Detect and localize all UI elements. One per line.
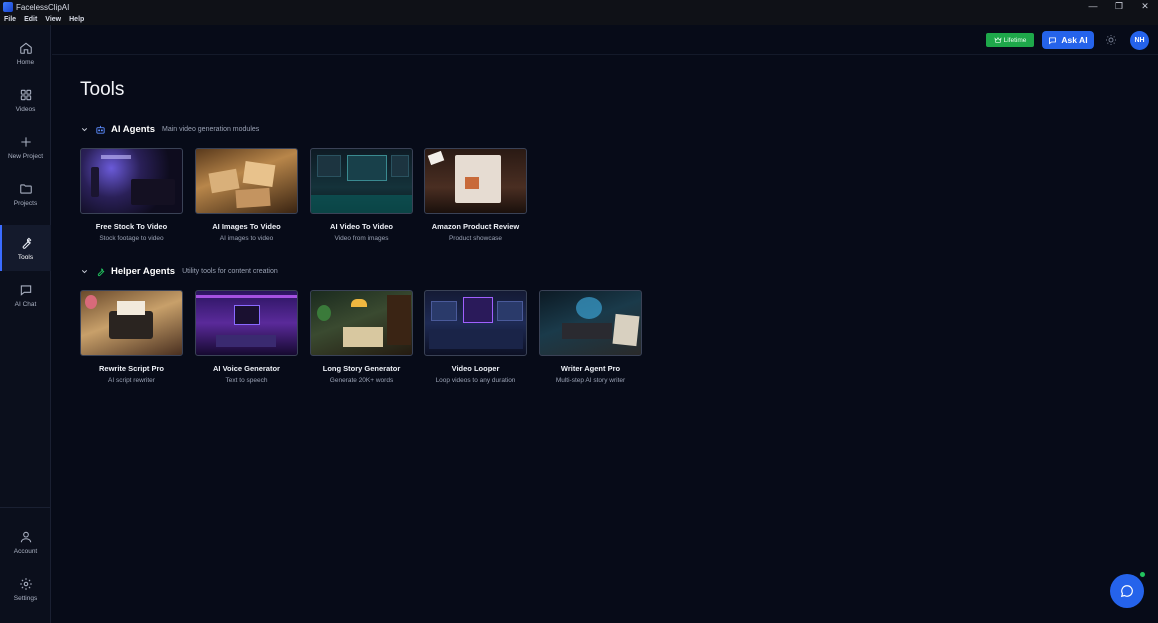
- sidebar: Home Videos New Project Projects Tools A…: [0, 25, 51, 623]
- card-title: Rewrite Script Pro: [98, 364, 165, 373]
- tool-card-ai-video-to-video[interactable]: AI Video To Video Video from images: [310, 148, 413, 242]
- card-title: AI Images To Video: [212, 222, 281, 231]
- card-subtitle: Loop videos to any duration: [435, 377, 516, 384]
- chat-bubble-icon: [1049, 36, 1057, 44]
- tool-card-video-looper[interactable]: Video Looper Loop videos to any duration: [424, 290, 527, 384]
- tool-card-amazon-product-review[interactable]: Amazon Product Review Product showcase: [424, 148, 527, 242]
- ask-ai-label: Ask AI: [1061, 35, 1088, 45]
- card-title: AI Video To Video: [330, 222, 393, 231]
- sidebar-item-label: Home: [16, 58, 35, 66]
- section-header-helper-agents[interactable]: Helper Agents Utility tools for content …: [80, 264, 278, 278]
- sidebar-item-label: Tools: [17, 253, 34, 261]
- chat-icon: [20, 284, 31, 296]
- card-subtitle: Stock footage to video: [99, 235, 164, 242]
- card-subtitle: Video from images: [334, 235, 389, 242]
- plus-icon: [20, 136, 31, 147]
- sidebar-item-account[interactable]: Account: [0, 519, 51, 565]
- card-thumbnail: [195, 290, 298, 356]
- card-subtitle: Multi-step AI story writer: [555, 377, 626, 384]
- card-title: Video Looper: [451, 364, 500, 373]
- sun-icon[interactable]: [1105, 34, 1117, 46]
- sidebar-item-projects[interactable]: Projects: [0, 171, 51, 217]
- chevron-down-icon[interactable]: [80, 125, 89, 134]
- folder-icon: [19, 183, 32, 194]
- sidebar-item-settings[interactable]: Settings: [0, 566, 51, 612]
- card-subtitle: Generate 20K+ words: [329, 377, 394, 384]
- menu-help[interactable]: Help: [69, 16, 84, 23]
- section-header-ai-agents[interactable]: AI Agents Main video generation modules: [80, 122, 259, 136]
- section-subtitle: Utility tools for content creation: [182, 267, 278, 275]
- card-thumbnail: [539, 290, 642, 356]
- card-title: Long Story Generator: [322, 364, 401, 373]
- top-bar: Lifetime Ask AI NH: [52, 25, 1158, 55]
- online-status-dot: [1139, 571, 1146, 578]
- tool-card-free-stock-to-video[interactable]: Free Stock To Video Stock footage to vid…: [80, 148, 183, 242]
- chat-bubble-icon: [1120, 585, 1133, 598]
- page-title: Tools: [80, 79, 125, 100]
- robot-icon: [96, 125, 105, 134]
- user-icon: [20, 531, 31, 542]
- minimize-button[interactable]: —: [1080, 0, 1106, 14]
- card-title: AI Voice Generator: [213, 364, 280, 373]
- card-subtitle: Text to speech: [225, 377, 268, 384]
- window-controls: — ❐ ✕: [1080, 0, 1158, 14]
- maximize-button[interactable]: ❐: [1106, 0, 1132, 14]
- menu-edit[interactable]: Edit: [24, 16, 37, 23]
- sidebar-item-tools[interactable]: Tools: [0, 225, 51, 271]
- app-logo-icon: [3, 2, 13, 12]
- card-thumbnail: [80, 290, 183, 356]
- section-title: AI Agents: [111, 123, 155, 135]
- card-title: Free Stock To Video: [95, 222, 168, 231]
- app-title: FacelessClipAI: [16, 2, 70, 12]
- card-thumbnail: [310, 148, 413, 214]
- tool-card-ai-voice-generator[interactable]: AI Voice Generator Text to speech: [195, 290, 298, 384]
- menu-view[interactable]: View: [45, 16, 61, 23]
- sidebar-item-new-project[interactable]: New Project: [0, 124, 51, 170]
- lifetime-label: Lifetime: [1003, 36, 1027, 44]
- sidebar-item-label: Settings: [13, 594, 38, 602]
- sidebar-item-ai-chat[interactable]: AI Chat: [0, 272, 51, 318]
- sidebar-divider: [0, 507, 51, 508]
- close-button[interactable]: ✕: [1132, 0, 1158, 14]
- sidebar-item-label: New Project: [7, 152, 44, 160]
- card-thumbnail: [310, 290, 413, 356]
- tool-card-writer-agent-pro[interactable]: Writer Agent Pro Multi-step AI story wri…: [539, 290, 642, 384]
- card-subtitle: AI images to video: [219, 235, 274, 242]
- home-icon: [19, 42, 32, 54]
- tool-card-long-story-generator[interactable]: Long Story Generator Generate 20K+ words: [310, 290, 413, 384]
- ask-ai-button[interactable]: Ask AI: [1042, 31, 1094, 49]
- card-thumbnail: [424, 148, 527, 214]
- wrench-icon: [22, 237, 31, 249]
- section-subtitle: Main video generation modules: [161, 125, 260, 133]
- lifetime-badge-button[interactable]: Lifetime: [986, 33, 1034, 47]
- chat-fab-button[interactable]: [1110, 574, 1144, 608]
- wrench-icon: [97, 267, 105, 276]
- gear-icon: [19, 577, 32, 590]
- card-title: Amazon Product Review: [431, 222, 520, 231]
- title-bar: FacelessClipAI — ❐ ✕: [0, 0, 1158, 14]
- sidebar-item-label: AI Chat: [14, 300, 37, 308]
- menu-bar: File Edit View Help: [0, 14, 1158, 25]
- sidebar-item-home[interactable]: Home: [0, 30, 51, 76]
- section-title: Helper Agents: [111, 265, 176, 277]
- card-thumbnail: [195, 148, 298, 214]
- card-title: Writer Agent Pro: [560, 364, 621, 373]
- card-subtitle: Product showcase: [448, 235, 503, 242]
- sidebar-item-videos[interactable]: Videos: [0, 77, 51, 123]
- card-thumbnail: [80, 148, 183, 214]
- sidebar-item-label: Videos: [15, 105, 36, 113]
- chevron-down-icon[interactable]: [80, 267, 89, 276]
- tool-card-ai-images-to-video[interactable]: AI Images To Video AI images to video: [195, 148, 298, 242]
- crown-icon: [994, 36, 1002, 43]
- grid-icon: [20, 89, 31, 100]
- sidebar-item-label: Projects: [13, 199, 38, 207]
- avatar[interactable]: NH: [1130, 31, 1149, 50]
- card-subtitle: AI script rewriter: [108, 377, 155, 384]
- sidebar-item-label: Account: [13, 547, 38, 555]
- card-thumbnail: [424, 290, 527, 356]
- tool-card-rewrite-script-pro[interactable]: Rewrite Script Pro AI script rewriter: [80, 290, 183, 384]
- menu-file[interactable]: File: [4, 16, 16, 23]
